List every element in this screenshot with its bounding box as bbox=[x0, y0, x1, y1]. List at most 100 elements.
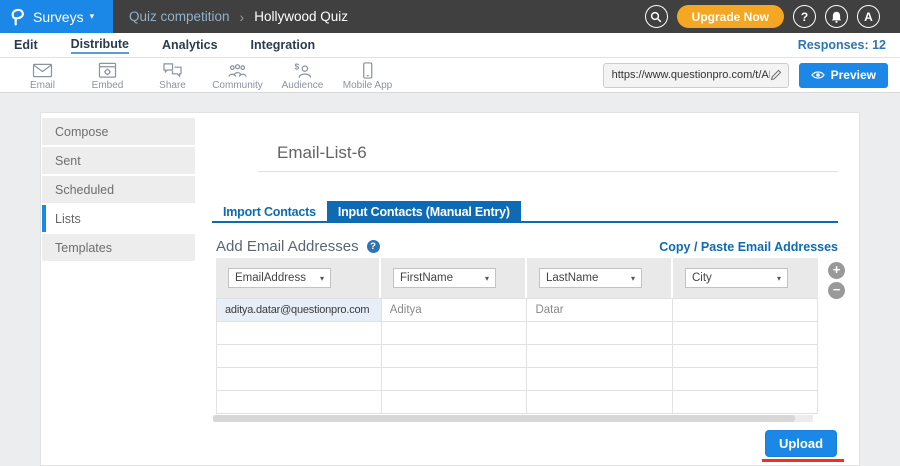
cell-lastname[interactable] bbox=[527, 391, 673, 414]
questionpro-logo-icon bbox=[11, 7, 26, 26]
sidebar-item-templates[interactable]: Templates bbox=[42, 234, 195, 261]
notifications-button[interactable] bbox=[825, 5, 848, 28]
cell-email[interactable] bbox=[217, 391, 382, 414]
help-tooltip-icon[interactable]: ? bbox=[367, 240, 380, 253]
preview-button[interactable]: Preview bbox=[799, 63, 888, 88]
product-switcher[interactable]: Surveys ▾ bbox=[0, 0, 113, 33]
upload-button[interactable]: Upload bbox=[765, 430, 837, 457]
column-select-city[interactable]: City ▾ bbox=[685, 268, 788, 288]
add-column-button[interactable]: + bbox=[828, 262, 845, 279]
column-select-lastname[interactable]: LastName ▾ bbox=[539, 268, 642, 288]
sidebar-item-sent[interactable]: Sent bbox=[42, 147, 195, 174]
responses-count[interactable]: Responses: 12 bbox=[798, 38, 886, 52]
cell-lastname[interactable] bbox=[527, 322, 673, 345]
copy-paste-link[interactable]: Copy / Paste Email Addresses bbox=[659, 240, 838, 254]
cell-city[interactable] bbox=[673, 391, 818, 414]
add-emails-header: Add Email Addresses ? Copy / Paste Email… bbox=[216, 238, 838, 255]
contacts-tabs: Import Contacts Input Contacts (Manual E… bbox=[212, 201, 838, 223]
cell-email[interactable] bbox=[217, 322, 382, 345]
bell-icon bbox=[831, 11, 842, 23]
column-header: FirstName ▾ bbox=[381, 258, 527, 298]
cell-city[interactable] bbox=[673, 322, 818, 345]
nav-distribute[interactable]: Distribute bbox=[71, 37, 129, 54]
horizontal-scrollbar[interactable] bbox=[213, 415, 813, 422]
scrollbar-thumb[interactable] bbox=[213, 415, 795, 422]
cell-city[interactable] bbox=[673, 299, 818, 322]
avatar[interactable]: A bbox=[857, 5, 880, 28]
cell-firstname[interactable]: Aditya bbox=[382, 299, 528, 322]
column-select-firstname[interactable]: FirstName ▾ bbox=[393, 268, 496, 288]
breadcrumb-separator-icon: › bbox=[240, 9, 245, 25]
channel-email[interactable]: Email bbox=[10, 62, 75, 91]
breadcrumb-folder[interactable]: Quiz competition bbox=[129, 9, 230, 24]
breadcrumb: Quiz competition › Hollywood Quiz bbox=[129, 9, 348, 25]
channel-label: Share bbox=[159, 80, 186, 91]
help-button[interactable]: ? bbox=[793, 5, 816, 28]
column-header: LastName ▾ bbox=[527, 258, 673, 298]
cell-lastname[interactable]: Datar bbox=[527, 299, 673, 322]
column-select-emailaddress[interactable]: EmailAddress ▾ bbox=[228, 268, 331, 288]
cell-firstname[interactable] bbox=[382, 345, 528, 368]
cell-firstname[interactable] bbox=[382, 322, 528, 345]
remove-column-button[interactable]: − bbox=[828, 282, 845, 299]
cell-city[interactable] bbox=[673, 345, 818, 368]
search-button[interactable] bbox=[645, 5, 668, 28]
email-sidebar: Compose Sent Scheduled Lists Templates bbox=[42, 118, 195, 263]
channel-label: Email bbox=[30, 80, 55, 91]
list-detail-panel: Email-List-6 Import Contacts Input Conta… bbox=[212, 113, 838, 465]
cell-city[interactable] bbox=[673, 368, 818, 391]
title-divider bbox=[258, 171, 838, 172]
selected-column: City bbox=[692, 272, 712, 284]
cell-firstname[interactable] bbox=[382, 391, 528, 414]
topbar: Surveys ▾ Quiz competition › Hollywood Q… bbox=[0, 0, 900, 33]
sidebar-item-compose[interactable]: Compose bbox=[42, 118, 195, 145]
preview-label: Preview bbox=[831, 68, 876, 82]
channel-label: Audience bbox=[282, 80, 324, 91]
svg-text:$: $ bbox=[294, 62, 299, 72]
cell-lastname[interactable] bbox=[527, 368, 673, 391]
channel-community[interactable]: Community bbox=[205, 62, 270, 91]
sidebar-item-lists[interactable]: Lists bbox=[42, 205, 195, 232]
questionpro-distribute-page: Surveys ▾ Quiz competition › Hollywood Q… bbox=[0, 0, 900, 466]
cell-email[interactable] bbox=[217, 368, 382, 391]
column-header: City ▾ bbox=[673, 258, 816, 298]
community-icon bbox=[227, 62, 248, 79]
channel-list: Email Embed Share bbox=[10, 60, 400, 91]
survey-url-field[interactable]: https://www.questionpro.com/t/APNrFZ bbox=[603, 63, 789, 88]
channel-embed[interactable]: Embed bbox=[75, 62, 140, 91]
nav-analytics[interactable]: Analytics bbox=[162, 38, 218, 52]
embed-icon bbox=[97, 62, 118, 79]
table-row bbox=[217, 345, 818, 368]
channel-mobile-app[interactable]: Mobile App bbox=[335, 62, 400, 91]
channel-share[interactable]: Share bbox=[140, 62, 205, 91]
list-title: Email-List-6 bbox=[277, 143, 367, 163]
channel-audience[interactable]: $ Audience bbox=[270, 62, 335, 91]
nav-edit[interactable]: Edit bbox=[14, 38, 38, 52]
tab-input-contacts-manual[interactable]: Input Contacts (Manual Entry) bbox=[327, 201, 521, 221]
cell-email[interactable]: aditya.datar@questionpro.com bbox=[217, 299, 382, 322]
channel-label: Embed bbox=[92, 80, 124, 91]
edit-pencil-icon[interactable] bbox=[770, 69, 782, 81]
chevron-down-icon: ▾ bbox=[90, 11, 95, 22]
avatar-initial: A bbox=[864, 10, 873, 24]
chevron-down-icon: ▾ bbox=[777, 274, 781, 283]
share-icon bbox=[162, 62, 183, 79]
section-title: Add Email Addresses bbox=[216, 238, 359, 255]
cell-lastname[interactable] bbox=[527, 345, 673, 368]
topbar-actions: Upgrade Now ? A bbox=[636, 5, 900, 28]
breadcrumb-survey-name: Hollywood Quiz bbox=[254, 9, 348, 24]
cell-firstname[interactable] bbox=[382, 368, 528, 391]
sidebar-item-scheduled[interactable]: Scheduled bbox=[42, 176, 195, 203]
email-icon bbox=[32, 62, 53, 79]
cell-email[interactable] bbox=[217, 345, 382, 368]
distribute-toolbar: Email Embed Share bbox=[0, 58, 900, 93]
nav-integration[interactable]: Integration bbox=[251, 38, 316, 52]
table-row bbox=[217, 368, 818, 391]
selected-column: EmailAddress bbox=[235, 272, 306, 284]
survey-url: https://www.questionpro.com/t/APNrFZ bbox=[612, 69, 770, 81]
survey-link-group: https://www.questionpro.com/t/APNrFZ Pre… bbox=[603, 63, 900, 88]
upgrade-button[interactable]: Upgrade Now bbox=[677, 5, 784, 28]
tab-import-contacts[interactable]: Import Contacts bbox=[212, 201, 327, 221]
channel-label: Community bbox=[212, 80, 263, 91]
tutorial-highlight-line bbox=[762, 459, 844, 462]
